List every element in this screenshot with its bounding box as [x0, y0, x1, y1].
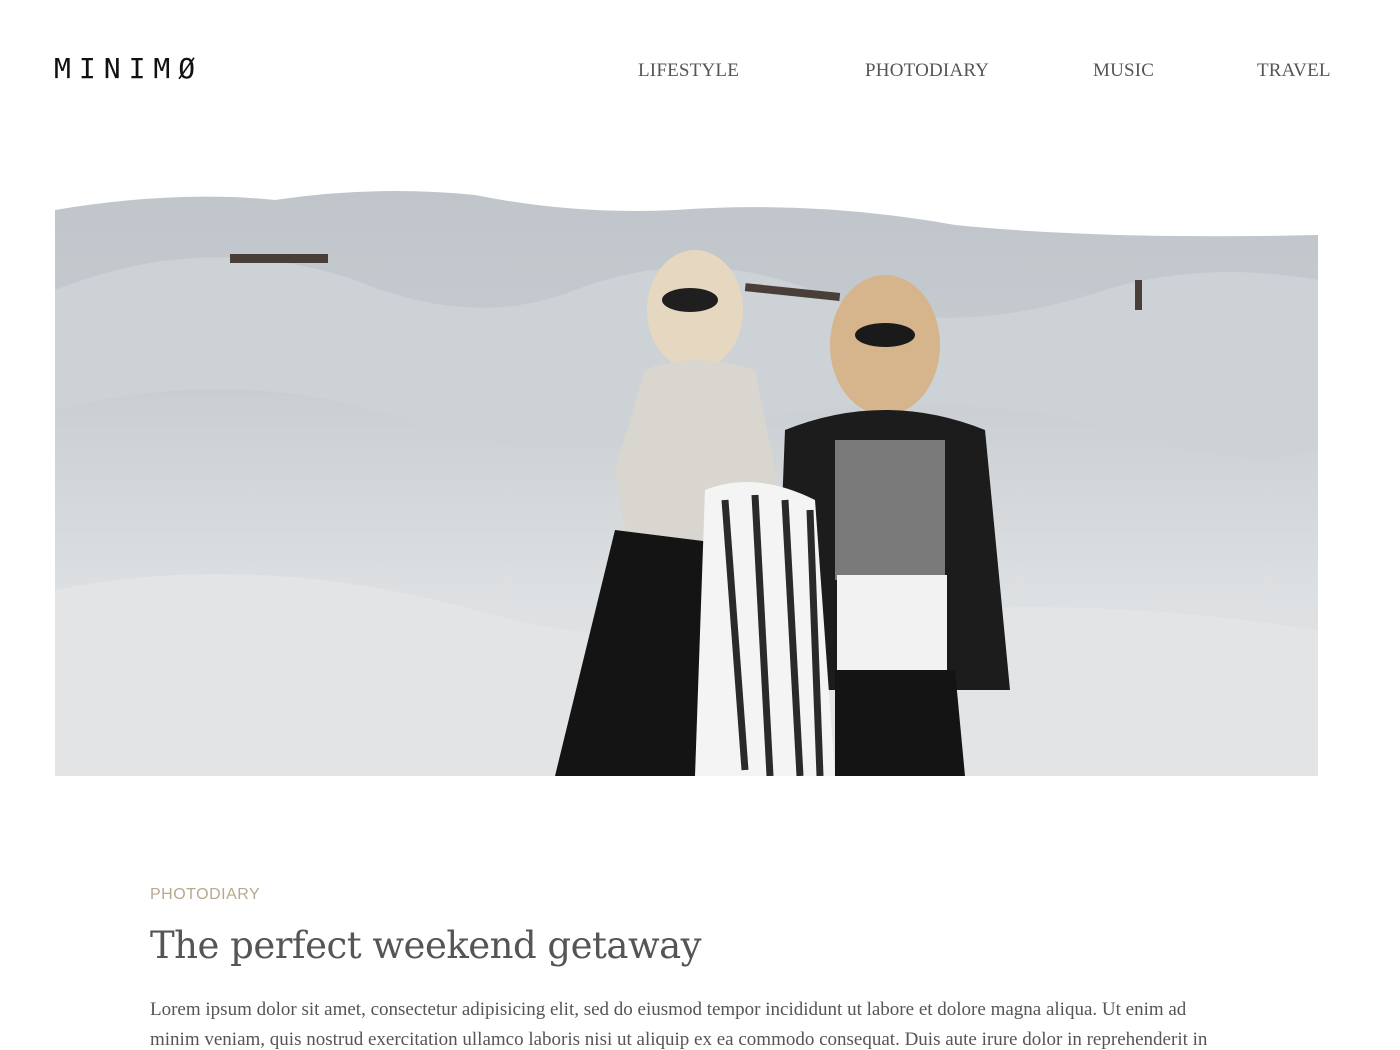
- nav-item-photodiary[interactable]: PHOTODIARY: [865, 60, 989, 82]
- article-preview: PHOTODIARY The perfect weekend getaway L…: [150, 886, 1230, 1050]
- nav-item-lifestyle[interactable]: LIFESTYLE: [638, 60, 739, 82]
- article-title[interactable]: The perfect weekend getaway: [150, 924, 1230, 967]
- site-header: MINIMØ LIFESTYLE PHOTODIARY MUSIC TRAVEL: [0, 0, 1400, 150]
- hero-image[interactable]: [55, 170, 1318, 776]
- nav-item-travel[interactable]: TRAVEL: [1257, 60, 1331, 82]
- nav-item-music[interactable]: MUSIC: [1093, 60, 1154, 82]
- hero-photo-illustration: [55, 170, 1318, 776]
- article-category[interactable]: PHOTODIARY: [150, 886, 260, 904]
- article-excerpt: Lorem ipsum dolor sit amet, consectetur …: [150, 999, 1208, 1050]
- site-logo[interactable]: MINIMØ: [54, 52, 203, 85]
